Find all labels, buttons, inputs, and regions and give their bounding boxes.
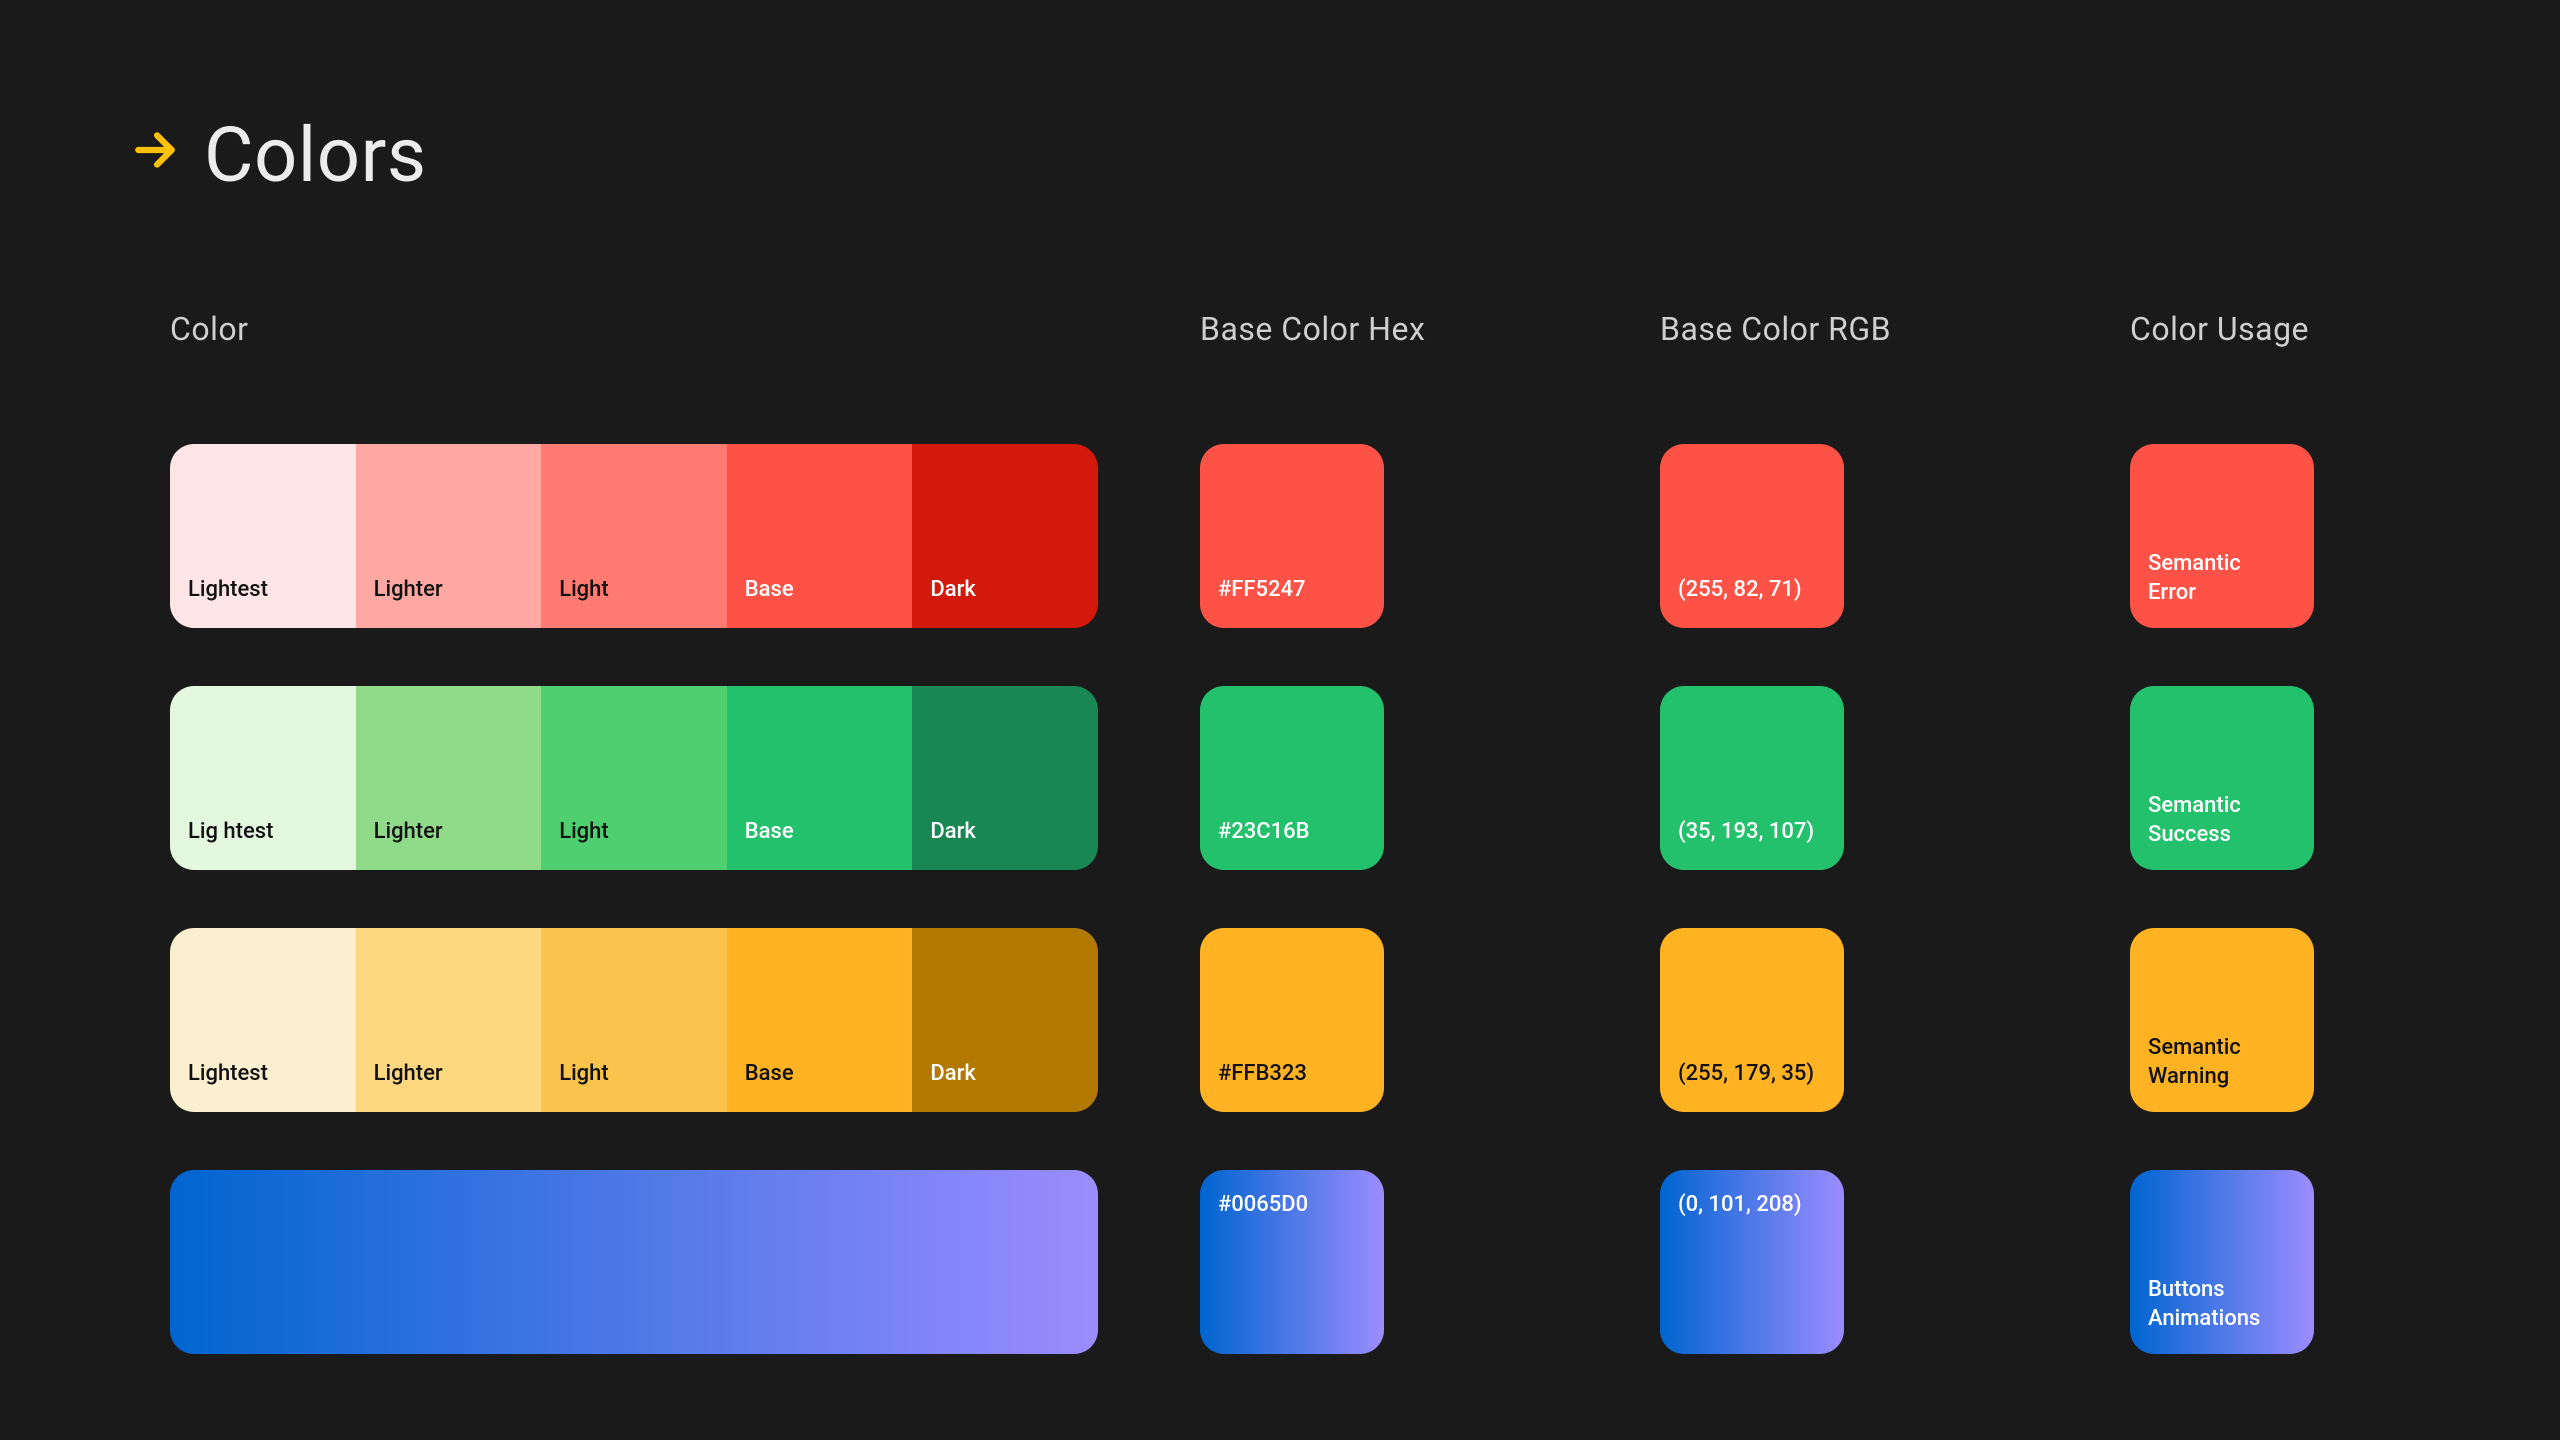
hex-value: #0065D0: [1218, 1192, 1308, 1217]
rgb-value: (0, 101, 208): [1678, 1192, 1802, 1217]
shade-label: Light: [559, 577, 609, 602]
shade-yellow-dark: Dark: [912, 928, 1098, 1112]
swatch-green-rgb: (35, 193, 107): [1660, 686, 1844, 870]
col-header-rgb: Base Color RGB: [1660, 310, 2030, 348]
shade-red-lighter: Lighter: [356, 444, 542, 628]
col-header-color: Color: [170, 310, 1100, 348]
col-header-hex: Base Color Hex: [1200, 310, 1560, 348]
shade-red-base: Base: [727, 444, 913, 628]
hex-value: #FF5247: [1218, 577, 1306, 602]
palette-green: Lig htest Lighter Light Base Dark: [170, 686, 1098, 870]
shade-label: Lightest: [188, 577, 268, 602]
swatch-gradient-rgb: (0, 101, 208): [1660, 1170, 1844, 1354]
shade-label: Lig htest: [188, 819, 273, 844]
swatch-yellow-hex: #FFB323: [1200, 928, 1384, 1112]
shade-label: Lighter: [374, 577, 443, 602]
shade-yellow-light: Light: [541, 928, 727, 1112]
page-title: Colors: [204, 110, 427, 200]
palette-gradient: [170, 1170, 1098, 1354]
usage-value: SemanticWarning: [2148, 1033, 2241, 1092]
shade-label: Lighter: [374, 819, 443, 844]
arrow-right-icon: [130, 125, 180, 185]
swatch-gradient-usage: ButtonsAnimations: [2130, 1170, 2314, 1354]
shade-red-dark: Dark: [912, 444, 1098, 628]
shade-label: Lighter: [374, 1061, 443, 1086]
shade-label: Lightest: [188, 1061, 268, 1086]
shade-label: Base: [745, 1061, 794, 1086]
shade-label: Dark: [930, 819, 975, 844]
rgb-value: (35, 193, 107): [1678, 819, 1814, 844]
shade-yellow-lightest: Lightest: [170, 928, 356, 1112]
shade-label: Light: [559, 819, 609, 844]
shade-label: Dark: [930, 577, 975, 602]
hex-value: #23C16B: [1218, 819, 1310, 844]
shade-green-light: Light: [541, 686, 727, 870]
swatch-red-usage: SemanticError: [2130, 444, 2314, 628]
usage-value: SemanticError: [2148, 549, 2241, 608]
shade-green-lighter: Lighter: [356, 686, 542, 870]
swatch-yellow-rgb: (255, 179, 35): [1660, 928, 1844, 1112]
shade-label: Base: [745, 819, 794, 844]
swatch-red-rgb: (255, 82, 71): [1660, 444, 1844, 628]
shade-red-lightest: Lightest: [170, 444, 356, 628]
usage-value: ButtonsAnimations: [2148, 1275, 2260, 1334]
hex-value: #FFB323: [1218, 1061, 1307, 1086]
swatch-yellow-usage: SemanticWarning: [2130, 928, 2314, 1112]
palette-yellow: Lightest Lighter Light Base Dark: [170, 928, 1098, 1112]
usage-value: SemanticSuccess: [2148, 791, 2241, 850]
col-header-usage: Color Usage: [2130, 310, 2450, 348]
shade-yellow-base: Base: [727, 928, 913, 1112]
swatch-green-usage: SemanticSuccess: [2130, 686, 2314, 870]
shade-label: Base: [745, 577, 794, 602]
swatch-red-hex: #FF5247: [1200, 444, 1384, 628]
page-heading: Colors: [130, 110, 2390, 200]
shade-green-dark: Dark: [912, 686, 1098, 870]
swatch-gradient-hex: #0065D0: [1200, 1170, 1384, 1354]
palette-red: Lightest Lighter Light Base Dark: [170, 444, 1098, 628]
rgb-value: (255, 82, 71): [1678, 577, 1802, 602]
shade-red-light: Light: [541, 444, 727, 628]
shade-yellow-lighter: Lighter: [356, 928, 542, 1112]
shade-green-base: Base: [727, 686, 913, 870]
shade-label: Dark: [930, 1061, 975, 1086]
swatch-green-hex: #23C16B: [1200, 686, 1384, 870]
rgb-value: (255, 179, 35): [1678, 1061, 1814, 1086]
shade-green-lightest: Lig htest: [170, 686, 356, 870]
shade-label: Light: [559, 1061, 609, 1086]
